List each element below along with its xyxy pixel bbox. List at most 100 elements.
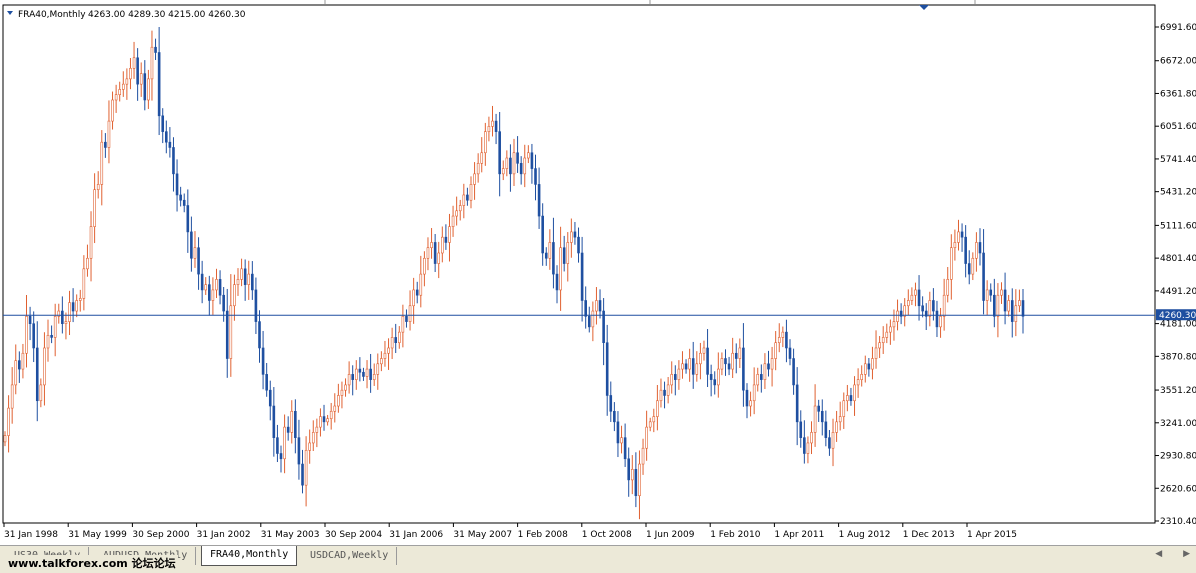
candle-body <box>466 194 469 201</box>
candle-body <box>86 257 89 270</box>
candle-body <box>14 360 18 386</box>
candle-body <box>236 279 240 285</box>
candle-body <box>509 157 512 175</box>
price-label: 6991.60 <box>1160 23 1196 33</box>
candle-body <box>491 120 494 127</box>
candle-body <box>688 358 691 370</box>
candle-body <box>527 152 530 159</box>
candle-body <box>118 89 122 96</box>
time-label: 31 May 2003 <box>261 530 320 540</box>
price-label: 2620.60 <box>1160 484 1196 494</box>
candle-body <box>89 226 93 259</box>
candle-body <box>111 99 114 122</box>
time-label: 30 Sep 2000 <box>132 530 189 540</box>
candle-body <box>967 263 971 275</box>
candle-body <box>734 352 738 359</box>
time-label: 1 Apr 2015 <box>967 530 1017 540</box>
candle-body <box>950 247 953 280</box>
candle-body <box>243 268 247 285</box>
candle-body <box>960 231 964 238</box>
candle-body <box>932 300 935 312</box>
candle-body <box>286 426 290 433</box>
candle-body <box>265 374 268 391</box>
candle-body <box>695 363 699 375</box>
candle-body <box>935 310 939 328</box>
candle-body <box>35 347 39 402</box>
candle-body <box>268 389 272 407</box>
candle-body <box>204 284 208 291</box>
candle-body <box>871 358 874 370</box>
candle-body <box>1010 300 1014 322</box>
candle-body <box>896 310 899 322</box>
candle-body <box>534 168 537 185</box>
candle-body <box>340 389 344 396</box>
candle-body <box>39 384 43 402</box>
candle-body <box>767 363 770 370</box>
candle-body <box>914 289 917 296</box>
candle-body <box>677 368 681 380</box>
candle-body <box>43 347 46 386</box>
candle-body <box>623 437 627 460</box>
price-label: 3551.20 <box>1160 386 1196 396</box>
candle-body <box>674 374 677 380</box>
candle-body <box>18 360 21 370</box>
candle-body <box>785 331 788 349</box>
candle-body <box>473 173 476 185</box>
time-label: 31 Jan 1998 <box>4 530 58 540</box>
tab-left-arrow-icon[interactable]: ◀ <box>1155 549 1162 559</box>
time-label: 1 Oct 2008 <box>582 530 632 540</box>
tab-usdcad-weekly[interactable]: USDCAD,Weekly <box>302 547 398 565</box>
candle-body <box>426 247 430 259</box>
candle-body <box>157 52 161 117</box>
chart-area[interactable]: 6991.60 6672.00 6361.80 6051.60 5741.40 5431.… <box>0 0 1196 545</box>
candle-body <box>810 432 813 444</box>
candle-body <box>530 152 534 169</box>
candle-body <box>329 410 333 419</box>
candle-body <box>856 379 860 386</box>
candle-body <box>390 337 394 349</box>
candle-body <box>433 242 437 264</box>
candle-body <box>114 94 118 101</box>
candle-body <box>996 294 1000 317</box>
candle-body <box>946 279 950 296</box>
candle-body <box>570 231 573 243</box>
candle-body <box>863 363 867 375</box>
candle-body <box>1014 305 1018 322</box>
candle-body <box>548 242 552 259</box>
candle-body <box>555 273 559 291</box>
candle-body <box>717 368 720 386</box>
price-label: 4801.40 <box>1160 254 1196 264</box>
candle-body <box>175 173 179 196</box>
candle-body <box>498 131 501 175</box>
candle-body <box>846 395 849 402</box>
candle-body <box>663 389 666 396</box>
candle-body <box>691 358 695 375</box>
candle-body <box>430 242 433 249</box>
candle-body <box>139 73 143 85</box>
candle-body <box>469 184 473 201</box>
candle-body <box>867 363 871 370</box>
candle-body <box>104 141 107 148</box>
candle-body <box>25 316 28 354</box>
candle-body <box>494 120 498 132</box>
candle-body <box>283 426 286 460</box>
candle-body <box>261 347 265 375</box>
candle-body <box>326 418 329 423</box>
candle-body <box>842 400 846 417</box>
tab-right-arrow-icon[interactable]: ▶ <box>1183 549 1190 559</box>
candle-body <box>233 284 236 307</box>
candle-body <box>365 368 369 377</box>
candle-body <box>577 236 580 254</box>
candle-body <box>297 437 301 465</box>
candle-body <box>928 300 932 317</box>
time-label: 1 Feb 2008 <box>518 530 569 540</box>
candle-body <box>523 157 527 175</box>
candle-body <box>154 46 157 53</box>
candle-body <box>455 210 458 217</box>
candle-body <box>211 289 215 301</box>
tab-fra40-monthly[interactable]: FRA40,Monthly <box>201 546 298 566</box>
candle-body <box>458 205 462 212</box>
candle-body <box>544 252 548 259</box>
candle-body <box>208 284 211 301</box>
price-label: 6672.00 <box>1160 57 1196 67</box>
